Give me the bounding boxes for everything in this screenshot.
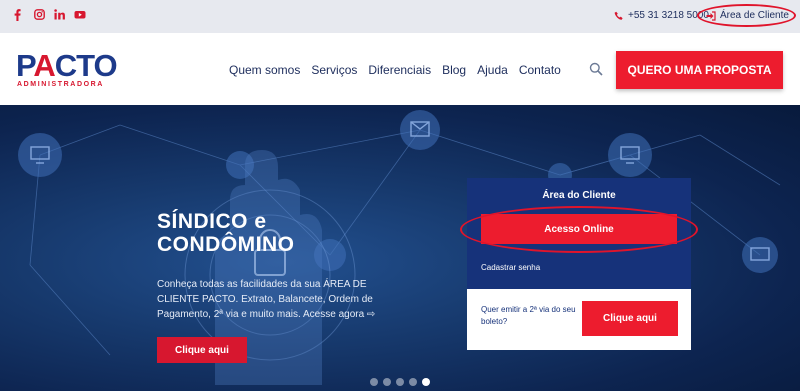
slider-dots xyxy=(370,378,430,386)
slide-dot[interactable] xyxy=(396,378,404,386)
linkedin-icon[interactable] xyxy=(54,9,65,21)
nav-contato[interactable]: Contato xyxy=(519,63,561,77)
logo[interactable]: PACTO xyxy=(16,48,118,83)
hero-cta-button[interactable]: Clique aqui xyxy=(157,337,247,363)
instagram-icon[interactable] xyxy=(34,9,45,21)
logo-text: PACTO xyxy=(16,48,118,83)
client-area-label: Área de Cliente xyxy=(720,10,789,21)
slide-dot[interactable] xyxy=(370,378,378,386)
phone-number: +55 31 3218 5000 xyxy=(628,10,709,21)
client-area-panel: Área do Cliente Acesso Online Cadastrar … xyxy=(467,178,691,350)
top-bar: +55 31 3218 5000 Área de Cliente xyxy=(0,0,800,33)
boleto-box: Quer emitir a 2ª via do seu boleto? Cliq… xyxy=(467,289,691,350)
online-access-button[interactable]: Acesso Online xyxy=(481,214,677,244)
slide-dot-active[interactable] xyxy=(422,378,430,386)
slide-dot[interactable] xyxy=(409,378,417,386)
boleto-question: Quer emitir a 2ª via do seu boleto? xyxy=(481,305,576,326)
proposal-button[interactable]: QUERO UMA PROPOSTA xyxy=(616,51,783,89)
slide-dot[interactable] xyxy=(383,378,391,386)
nav-blog[interactable]: Blog xyxy=(442,63,466,77)
phone-icon xyxy=(614,11,623,20)
client-login-box: Área do Cliente Acesso Online Cadastrar … xyxy=(467,178,691,289)
client-area-title: Área do Cliente xyxy=(542,190,616,201)
youtube-icon[interactable] xyxy=(74,9,86,21)
social-links xyxy=(14,9,86,21)
register-password-link[interactable]: Cadastrar senha xyxy=(481,263,540,272)
nav-quem-somos[interactable]: Quem somos xyxy=(229,63,300,77)
hero-title-line2: CONDÔMINO xyxy=(157,233,295,256)
boleto-button[interactable]: Clique aqui xyxy=(582,301,678,336)
facebook-icon[interactable] xyxy=(14,9,24,21)
nav-ajuda[interactable]: Ajuda xyxy=(477,63,508,77)
phone-link[interactable]: +55 31 3218 5000 xyxy=(614,10,709,21)
logo-subtitle: ADMINISTRADORA xyxy=(17,81,104,88)
nav-diferenciais[interactable]: Diferenciais xyxy=(368,63,431,77)
client-area-link[interactable]: Área de Cliente xyxy=(706,10,789,21)
site-header: PACTO ADMINISTRADORA Quem somos Serviços… xyxy=(0,33,800,105)
hero-description: Conheça todas as facilidades da sua ÁREA… xyxy=(157,279,376,320)
main-nav: Quem somos Serviços Diferenciais Blog Aj… xyxy=(229,63,572,77)
nav-servicos[interactable]: Serviços xyxy=(311,63,357,77)
logo-accent-letter: A xyxy=(33,48,55,83)
search-icon[interactable] xyxy=(589,62,603,76)
hero-title: SÍNDICO e CONDÔMINO xyxy=(157,210,295,256)
hero-title-line1: SÍNDICO e xyxy=(157,210,267,233)
sign-in-icon xyxy=(706,10,716,21)
